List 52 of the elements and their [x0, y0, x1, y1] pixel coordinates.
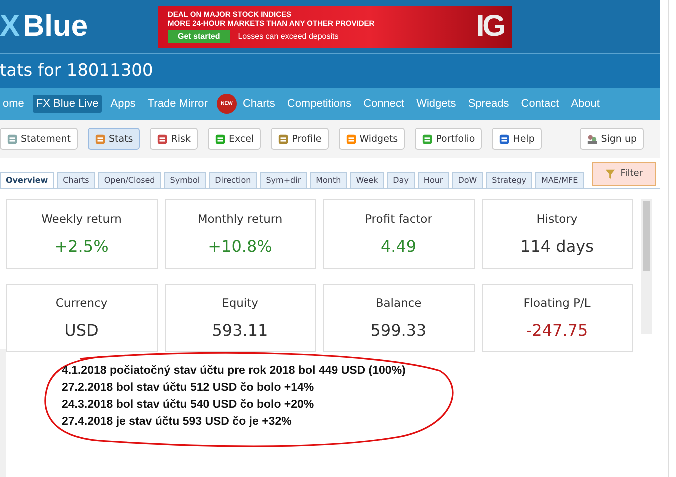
stat-value: -247.75	[526, 321, 588, 340]
tab[interactable]: Charts	[57, 172, 96, 188]
tab[interactable]: Day	[387, 172, 415, 188]
ad-logo: IG	[476, 10, 504, 44]
page-title: tats for 18011300	[0, 61, 154, 81]
logo-text: Blue	[23, 10, 88, 44]
annotation-text: 4.1.2018 počiatočný stav účtu pre rok 2018 bol 449 USD (100%)	[62, 364, 407, 379]
tab[interactable]: Week	[350, 172, 384, 188]
stat-value: 114 days	[520, 237, 594, 256]
stat-label: Balance	[376, 296, 422, 310]
stat-value: +10.8%	[208, 237, 272, 256]
toolbar-button[interactable]: Portfolio	[415, 128, 482, 150]
stat-value: +2.5%	[54, 237, 109, 256]
stat-label: Profit factor	[365, 212, 432, 226]
tab[interactable]: Overview	[0, 172, 54, 188]
stat-value: USD	[64, 321, 99, 340]
funnel-icon	[604, 168, 616, 180]
stat-label: Monthly return	[198, 212, 283, 226]
stat-value: 599.33	[370, 321, 427, 340]
stat-label: Floating P/L	[524, 296, 591, 310]
tab[interactable]: MAE/MFE	[535, 172, 584, 188]
tab[interactable]: Direction	[209, 172, 258, 188]
annotation-text: 27.2.2018 bol stav účtu 512 USD čo bolo +14%	[62, 381, 316, 396]
stat-value: 593.11	[212, 321, 268, 340]
toolbar-button[interactable]: Risk	[150, 128, 198, 150]
tab[interactable]: Hour	[418, 172, 450, 188]
people-icon	[587, 134, 598, 144]
stat-value: 4.49	[380, 237, 417, 256]
toolbar-button[interactable]: Excel	[208, 128, 262, 150]
annotation-text: 24.3.2018 bol stav účtu 540 USD čo bolo +20%	[62, 398, 316, 413]
toolbar-button[interactable]: Widgets	[338, 128, 406, 150]
sign-up-button[interactable]: Sign up	[580, 128, 644, 150]
stat-label: Currency	[56, 296, 108, 310]
tab[interactable]: DoW	[452, 172, 484, 188]
stat-label: History	[536, 212, 578, 226]
tab[interactable]: Symbol	[164, 172, 206, 188]
toolbar-button[interactable]: Help	[492, 128, 542, 150]
toolbar-button[interactable]: Profile	[271, 128, 329, 150]
annotation-text: 27.4.2018 je stav účtu 593 USD čo je +32%	[62, 415, 293, 430]
toolbar-button[interactable]: Stats	[88, 128, 140, 150]
filter-button[interactable]: Filter	[592, 162, 656, 186]
toolbar-button[interactable]: Statement	[0, 128, 78, 150]
tab[interactable]: Sym+dir	[260, 172, 308, 188]
ad-disclaimer: Losses can exceed deposits	[238, 32, 339, 41]
tab[interactable]: Month	[310, 172, 348, 188]
stat-label: Weekly return	[42, 212, 122, 226]
tab[interactable]: Open/Closed	[98, 172, 162, 188]
stat-label: Equity	[222, 296, 258, 310]
scrollbar[interactable]	[641, 199, 652, 334]
nav-link[interactable]: FX Blue Live	[33, 95, 102, 113]
logo-mark: X	[0, 10, 20, 44]
tab[interactable]: Strategy	[486, 172, 532, 188]
